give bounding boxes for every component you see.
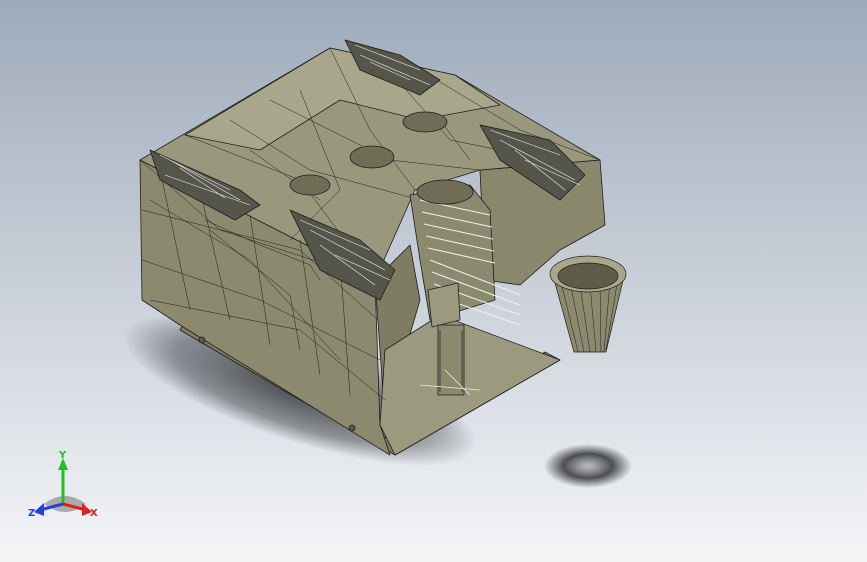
cup-opening — [557, 262, 619, 290]
base-bolt — [198, 336, 206, 344]
base-bolt — [348, 424, 356, 432]
z-axis-label: Z — [28, 508, 35, 519]
cad-viewport[interactable]: Y X Z — [0, 0, 867, 562]
cup-shadow — [544, 444, 632, 488]
y-axis-label: Y — [58, 450, 67, 461]
x-axis-label: X — [90, 508, 98, 519]
viewport-canvas[interactable]: Y X Z — [0, 0, 867, 562]
